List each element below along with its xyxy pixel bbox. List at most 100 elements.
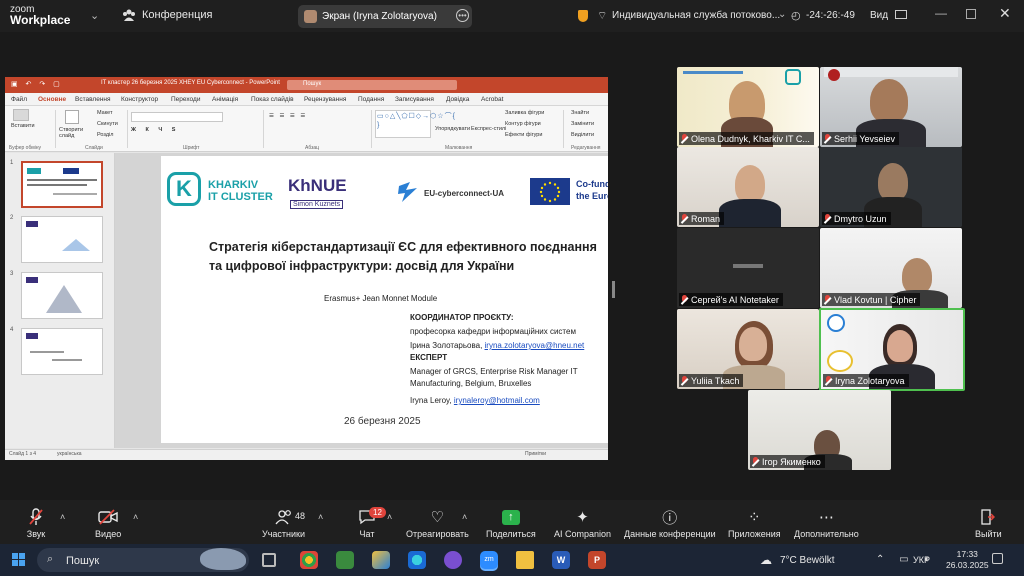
participant-name: Ігор Якименко: [762, 456, 821, 467]
participant-video: [719, 199, 781, 227]
ppt-status-bar: [5, 449, 608, 460]
apps-label: Приложения: [728, 529, 781, 539]
file-explorer-icon[interactable]: [516, 551, 534, 569]
participant-nametag: Сергей's AI Notetaker: [679, 293, 783, 306]
task-view-icon[interactable]: [262, 553, 276, 567]
ppt-menu-item: Анімація: [212, 96, 239, 103]
chevron-up-icon[interactable]: ˄: [387, 512, 392, 522]
ribbon-quick-styles: Експрес-стилі: [471, 126, 507, 132]
zoom-app-icon[interactable]: zm: [480, 551, 498, 569]
participant-tile-active-speaker[interactable]: Iryna Zolotaryova: [819, 308, 965, 391]
more-button[interactable]: ⋯ Дополнительно: [794, 508, 859, 539]
word-icon[interactable]: W: [552, 551, 570, 569]
khnue-logo: KhNUE: [288, 176, 347, 195]
powerpoint-icon[interactable]: P: [588, 551, 606, 569]
react-button[interactable]: ♡ Отреагировать: [406, 508, 469, 539]
signal-icon[interactable]: ⌔: [597, 9, 607, 23]
keyboard-language[interactable]: УКР: [913, 555, 930, 565]
thumb-text-line: [30, 351, 64, 353]
share-screen-button[interactable]: ↑ Поделиться: [486, 508, 536, 539]
ribbon-separator: [127, 110, 128, 148]
edge-icon[interactable]: [408, 551, 426, 569]
close-icon[interactable]: ✕: [999, 5, 1011, 22]
apps-button[interactable]: ⁘ Приложения: [728, 508, 781, 539]
streaming-service-label[interactable]: Индивидуальная служба потоково...: [612, 10, 780, 21]
participant-tile[interactable]: Roman: [677, 147, 819, 227]
leave-button[interactable]: Выйти: [975, 508, 1002, 539]
logo-line: IT CLUSTER: [208, 191, 273, 203]
ribbon-arrange: Упорядкувати: [435, 126, 471, 132]
participant-name: Olena Dudnyk, Kharkiv IT C...: [691, 133, 810, 144]
sheets-app-icon[interactable]: [336, 551, 354, 569]
apps-icon: ⁘: [748, 509, 761, 526]
ribbon-group-label: Слайди: [85, 145, 103, 151]
thumb-logo: [26, 221, 38, 227]
view-grid-icon[interactable]: [895, 10, 907, 19]
mic-muted-icon: [681, 376, 688, 385]
thumb-logo: [26, 277, 38, 283]
participant-tile[interactable]: Vlad Kovtun | Cipher: [820, 228, 962, 308]
ribbon-group-label: Редагування: [571, 145, 601, 151]
thumb-logo: [26, 333, 38, 339]
eu-cyberconnect-logo: EU-cyberconnect-UA: [424, 189, 505, 198]
weather-text[interactable]: 7°C Bewölkt: [780, 555, 835, 566]
audio-button[interactable]: Звук: [26, 508, 46, 539]
avatar: [304, 10, 317, 23]
chevron-up-icon[interactable]: ˄: [60, 512, 65, 522]
people-icon: [274, 508, 294, 526]
khnue-logo-sub: Simon Kuznets: [290, 200, 344, 209]
leave-icon: [978, 508, 998, 526]
shield-icon[interactable]: [578, 10, 588, 22]
conference-label[interactable]: Конференция: [142, 9, 212, 21]
participant-nametag: Roman: [679, 212, 725, 225]
video-button[interactable]: Видео: [95, 508, 121, 539]
chevron-up-icon[interactable]: ˄: [462, 512, 467, 522]
minimize-icon[interactable]: —: [935, 6, 947, 20]
font-format-buttons: Ж К Ч S: [131, 127, 180, 133]
ribbon-separator: [55, 110, 56, 148]
ribbon-separator: [563, 110, 564, 148]
ppt-window-title: IT кластер 26 березня 2025 XHEY EU Cyber…: [101, 80, 280, 86]
meeting-info-button[interactable]: ⓘ Данные конференции: [624, 508, 716, 540]
chevron-up-icon[interactable]: ˄: [133, 512, 138, 522]
more-label: Дополнительно: [794, 529, 859, 539]
paint-app-icon[interactable]: [372, 551, 390, 569]
participant-tile[interactable]: Yuliia Tkach: [677, 309, 819, 389]
participant-nametag: Serhii Yevseiev: [822, 132, 900, 145]
chevron-up-icon[interactable]: ˄: [318, 512, 323, 522]
clock-time: 17:33: [956, 549, 978, 559]
weather-icon[interactable]: ☁: [760, 553, 772, 567]
notification-icon[interactable]: [992, 553, 1003, 564]
participant-tile[interactable]: Serhii Yevseiev: [820, 67, 962, 147]
participant-tile[interactable]: Dmytro Uzun: [820, 147, 962, 227]
ribbon-replace: Замінити: [571, 121, 595, 127]
chrome-icon[interactable]: [300, 551, 318, 569]
ai-companion-button[interactable]: ✦ AI Companion: [554, 508, 611, 539]
sparkle-icon: ✦: [576, 509, 589, 526]
thumb-text-line: [27, 184, 87, 186]
participant-tile[interactable]: Сергей's AI Notetaker: [677, 228, 819, 308]
chevron-down-icon[interactable]: ⌄: [778, 9, 786, 20]
ribbon-group-label: Абзац: [305, 145, 320, 151]
slide-thumbnail: [21, 272, 103, 319]
logo-line: the European Union: [576, 191, 608, 201]
maximize-icon[interactable]: [966, 9, 976, 19]
taskbar-search-placeholder: Пошук: [66, 555, 100, 567]
taskbar-clock[interactable]: 17:33 26.03.2025: [946, 549, 989, 571]
participant-tile[interactable]: Olena Dudnyk, Kharkiv IT C...: [677, 67, 819, 147]
view-button[interactable]: Вид: [870, 10, 888, 21]
eu-flag-icon: [530, 178, 570, 205]
paragraph-buttons: ☰ ☰ ☰ ☰: [269, 113, 308, 119]
viber-icon[interactable]: [444, 551, 462, 569]
mic-muted-icon: [26, 508, 46, 526]
screen-share-label: Экран (Iryna Zolotaryova): [322, 11, 437, 22]
participant-tile[interactable]: Ігор Якименко: [748, 390, 891, 470]
ribbon-paste: Вставити: [11, 123, 35, 129]
ppt-menu-item: Файл: [11, 96, 27, 103]
split-view-handle[interactable]: [612, 281, 615, 298]
chevron-down-icon[interactable]: ⌄: [90, 9, 99, 22]
share-label: Поделиться: [486, 529, 536, 539]
slide-thumbnail-active: [21, 161, 103, 208]
windows-start-icon[interactable]: [12, 553, 25, 566]
more-icon[interactable]: •••: [456, 9, 469, 22]
